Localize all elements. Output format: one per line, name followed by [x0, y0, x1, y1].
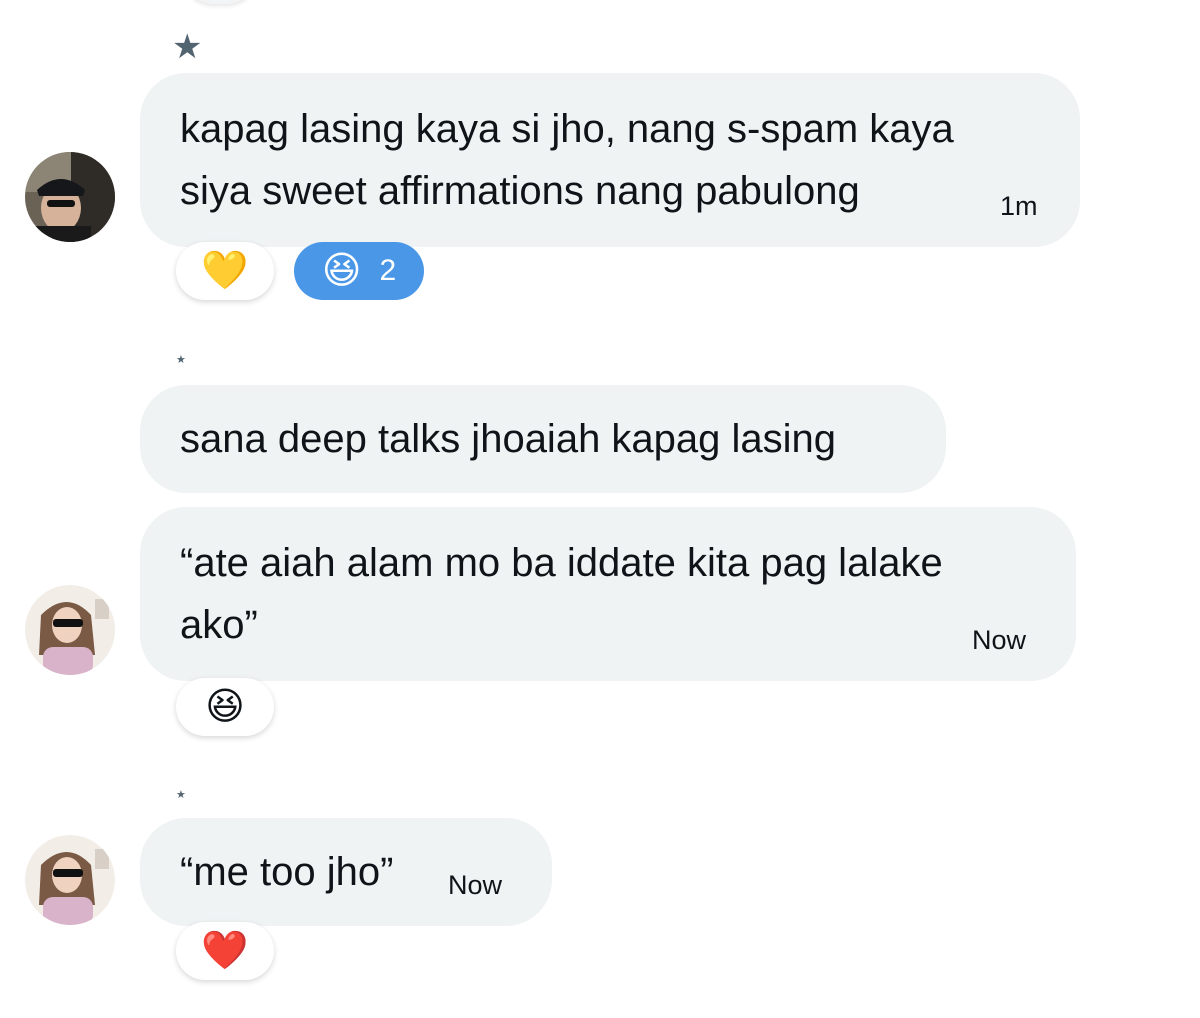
laughing-face-icon: 😆 [321, 250, 362, 292]
star-icon: ★ [172, 28, 203, 66]
message-timestamp: Now [448, 870, 503, 900]
message-text: sana deep talks jhoaiah kapag lasing [180, 417, 837, 461]
avatar-partial [180, 0, 260, 4]
message-bubble[interactable]: “me too jho” Now [140, 818, 552, 926]
star-icon: ★ [176, 789, 186, 801]
message-timestamp: Now [972, 625, 1027, 655]
message-text: kapag lasing kaya si jho, nang s-spam ka… [180, 107, 954, 213]
message-bubble[interactable]: sana deep talks jhoaiah kapag lasing [140, 385, 946, 493]
avatar[interactable] [25, 152, 115, 242]
message-timestamp: 1m [1000, 191, 1038, 221]
laughing-face-icon: 😆 [205, 686, 245, 728]
reaction-laughing[interactable]: 😆 [176, 678, 274, 736]
reaction-yellow-heart[interactable]: 💛 [176, 242, 274, 300]
red-heart-icon: ❤️ [201, 930, 249, 972]
message-text: “ate aiah alam mo ba iddate kita pag lal… [180, 541, 943, 647]
avatar[interactable] [25, 585, 115, 675]
reaction-red-heart[interactable]: ❤️ [176, 922, 274, 980]
reaction-laughing[interactable]: 😆 2 [294, 242, 424, 300]
star-icon: ★ [176, 354, 186, 366]
reaction-count: 2 [379, 254, 397, 287]
avatar[interactable] [25, 835, 115, 925]
yellow-heart-icon: 💛 [201, 250, 249, 292]
message-text: “me too jho” [180, 850, 394, 894]
message-bubble[interactable]: “ate aiah alam mo ba iddate kita pag lal… [140, 507, 1076, 681]
message-bubble[interactable]: kapag lasing kaya si jho, nang s-spam ka… [140, 73, 1080, 247]
